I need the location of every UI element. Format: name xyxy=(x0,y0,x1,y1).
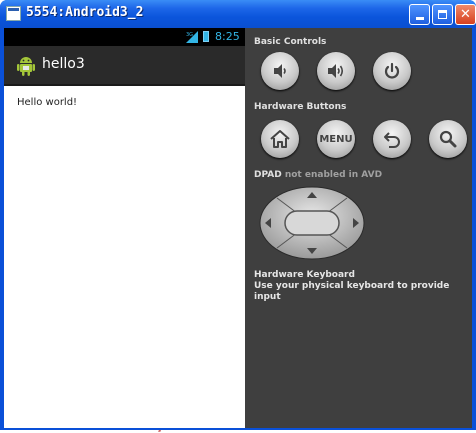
hardware-keyboard-title: Hardware Keyboard xyxy=(254,270,355,280)
window-title: 5554:Android3_2 xyxy=(26,5,144,20)
back-button[interactable] xyxy=(373,120,411,158)
back-icon xyxy=(384,132,400,148)
signal-icon: 3G xyxy=(186,31,198,43)
emulator-client-area: 3G 8:25 hello3 Hello world! Basic Contro… xyxy=(4,28,472,428)
hardware-keyboard-desc: Use your physical keyboard to provide in… xyxy=(254,281,450,302)
window-app-icon[interactable] xyxy=(6,6,21,21)
volume-up-button[interactable] xyxy=(317,52,355,90)
home-icon xyxy=(270,130,290,148)
volume-up-icon xyxy=(328,64,344,78)
title-bar[interactable]: 5554:Android3_2 xyxy=(0,0,476,28)
maximize-button[interactable] xyxy=(432,4,453,25)
minimize-button[interactable] xyxy=(409,4,430,25)
menu-button-label: MENU xyxy=(319,133,353,145)
action-bar: hello3 xyxy=(4,46,245,86)
svg-text:3G: 3G xyxy=(186,32,193,38)
hello-world-text: Hello world! xyxy=(17,97,78,108)
device-screen[interactable]: 3G 8:25 hello3 Hello world! xyxy=(4,28,245,428)
battery-icon xyxy=(203,31,209,42)
basic-controls-label: Basic Controls xyxy=(254,37,327,47)
search-button[interactable] xyxy=(429,120,467,158)
dpad-center-button xyxy=(284,210,340,236)
close-button[interactable] xyxy=(455,4,476,25)
hardware-keyboard-info: Hardware Keyboard Use your physical keyb… xyxy=(254,270,472,303)
power-button[interactable] xyxy=(373,52,411,90)
app-title: hello3 xyxy=(42,56,85,72)
status-clock: 8:25 xyxy=(215,30,240,43)
dpad-control[interactable] xyxy=(259,186,365,260)
volume-down-icon xyxy=(274,64,286,78)
emulator-window: 5554:Android3_2 3G 8:25 xyxy=(0,0,476,430)
dpad-title: DPAD xyxy=(254,170,282,180)
hardware-buttons-label: Hardware Buttons xyxy=(254,102,347,112)
volume-down-button[interactable] xyxy=(261,52,299,90)
dpad-note: not enabled in AVD xyxy=(284,170,383,180)
menu-button[interactable]: MENU xyxy=(317,120,355,158)
android-app-icon xyxy=(17,57,35,76)
power-icon xyxy=(384,62,400,79)
search-icon xyxy=(439,130,457,148)
dpad-label: DPAD not enabled in AVD xyxy=(254,170,382,180)
home-button[interactable] xyxy=(261,120,299,158)
status-bar: 3G 8:25 xyxy=(4,28,245,46)
